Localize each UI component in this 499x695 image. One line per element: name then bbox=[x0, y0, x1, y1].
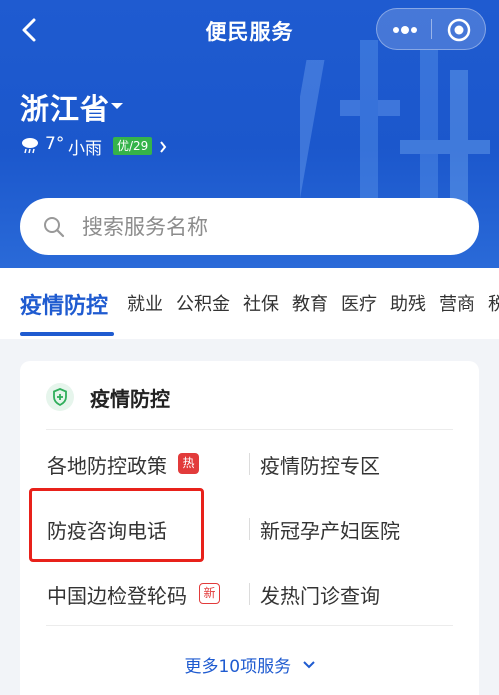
column-divider bbox=[249, 453, 250, 475]
column-divider bbox=[249, 518, 250, 540]
service-maternity-hospital[interactable]: 新冠孕产妇医院 bbox=[260, 515, 400, 544]
column-divider bbox=[249, 583, 250, 605]
miniapp-capsule bbox=[376, 8, 486, 50]
tab-housing-fund[interactable]: 公积金 bbox=[176, 290, 230, 316]
service-local-policy[interactable]: 各地防控政策 bbox=[47, 450, 167, 479]
capsule-divider bbox=[431, 19, 432, 39]
tab-social-security[interactable]: 社保 bbox=[243, 290, 279, 316]
header-banner: 便民服务 浙江省 7° 小雨 优/29 bbox=[0, 0, 499, 268]
temperature: 7° bbox=[45, 134, 65, 154]
category-tabs: 疫情防控 就业 公积金 社保 教育 医疗 助残 营商 税 bbox=[0, 268, 499, 339]
search-icon bbox=[44, 217, 65, 238]
search-input[interactable] bbox=[80, 208, 464, 246]
divider bbox=[46, 625, 453, 626]
active-tab-indicator bbox=[20, 332, 114, 336]
search-bar[interactable] bbox=[20, 198, 479, 255]
service-epidemic-zone[interactable]: 疫情防控专区 bbox=[260, 450, 380, 479]
weather-condition: 小雨 bbox=[68, 139, 102, 159]
more-icon[interactable] bbox=[389, 20, 421, 40]
new-badge: 新 bbox=[199, 583, 220, 604]
divider bbox=[46, 429, 453, 430]
tab-education[interactable]: 教育 bbox=[292, 290, 328, 316]
tab-disability-aid[interactable]: 助残 bbox=[390, 290, 426, 316]
annotation-highlight-box bbox=[29, 488, 204, 562]
hot-badge: 热 bbox=[178, 453, 199, 474]
aqi-badge: 优/29 bbox=[113, 137, 153, 155]
caret-down-icon[interactable] bbox=[110, 102, 124, 110]
more-services-link[interactable]: 更多10项服务 bbox=[20, 652, 479, 677]
service-fever-clinic[interactable]: 发热门诊查询 bbox=[260, 580, 380, 609]
tab-employment[interactable]: 就业 bbox=[127, 290, 163, 316]
tab-epidemic-control[interactable]: 疫情防控 bbox=[20, 288, 108, 320]
more-services-label: 更多10项服务 bbox=[184, 657, 292, 677]
province-selector[interactable]: 浙江省 bbox=[20, 86, 110, 128]
chevron-right-icon bbox=[160, 141, 167, 153]
chevron-down-icon bbox=[302, 660, 315, 668]
rain-cloud-icon bbox=[22, 138, 38, 154]
tab-tax[interactable]: 税 bbox=[488, 290, 499, 316]
close-miniapp-icon[interactable] bbox=[447, 18, 471, 42]
tab-business[interactable]: 营商 bbox=[439, 290, 475, 316]
shield-icon bbox=[46, 383, 74, 411]
tab-medical[interactable]: 医疗 bbox=[341, 290, 377, 316]
card-title: 疫情防控 bbox=[90, 387, 170, 411]
service-border-boarding-code[interactable]: 中国边检登轮码 bbox=[47, 580, 187, 609]
